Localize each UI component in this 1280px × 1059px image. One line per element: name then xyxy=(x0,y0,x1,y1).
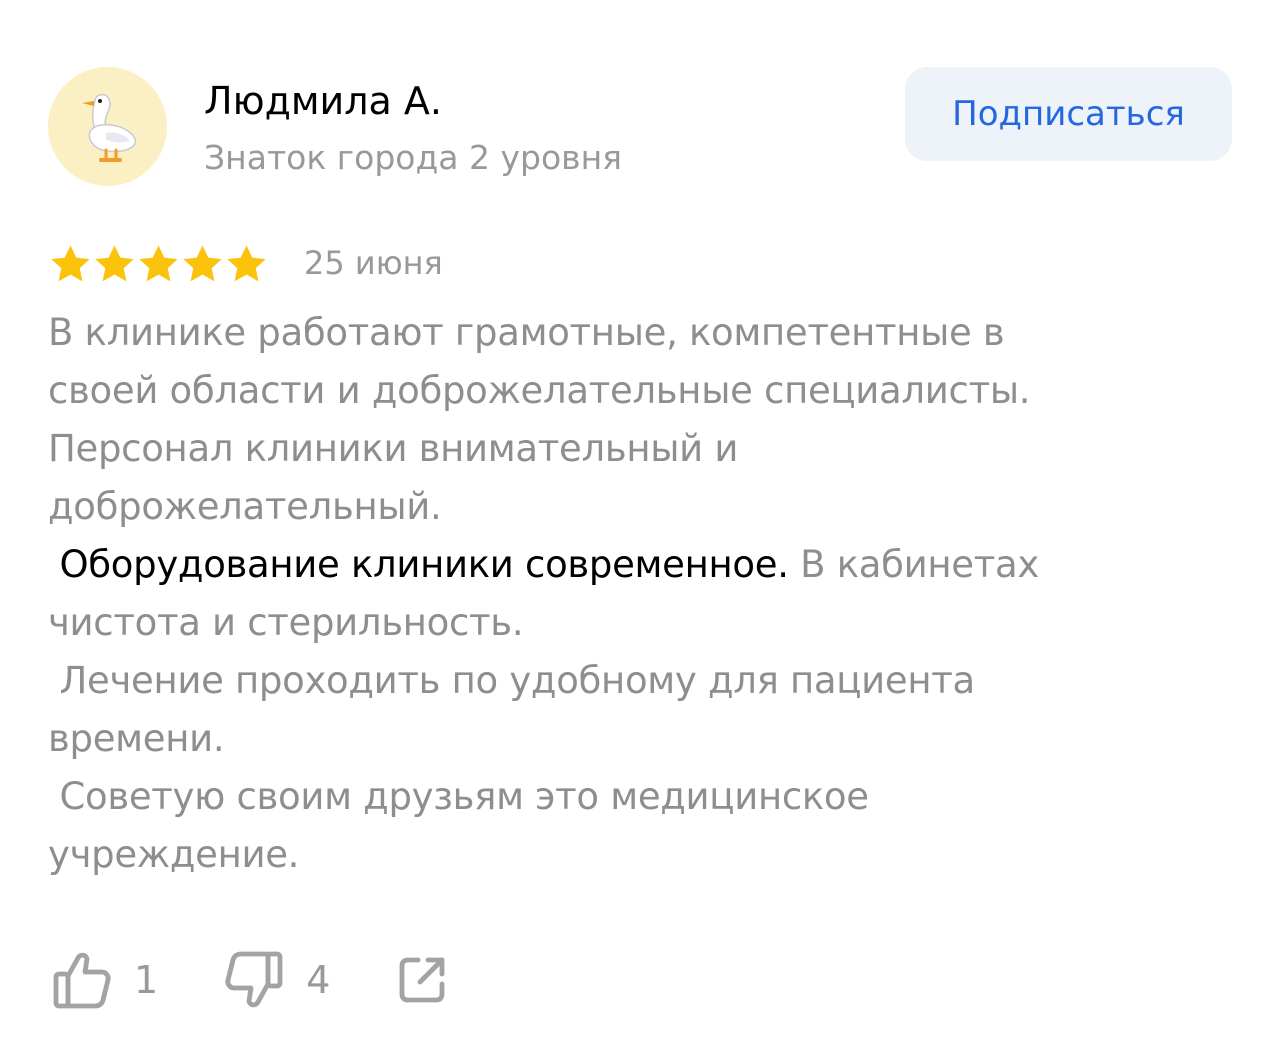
dislike-button[interactable]: 4 xyxy=(224,948,330,1012)
like-button[interactable]: 1 xyxy=(52,948,158,1012)
star-icon xyxy=(227,244,266,281)
star-icon xyxy=(95,244,134,281)
review-highlight: Оборудование клиники современное. xyxy=(48,543,789,586)
review-line: времени. xyxy=(48,717,225,760)
author-name[interactable]: Людмила А. xyxy=(204,74,442,128)
review-line-rest: В кабинетах xyxy=(788,543,1039,586)
author-level: Знаток города 2 уровня xyxy=(204,138,623,177)
goose-icon xyxy=(81,93,136,162)
review-line: чистота и стерильность. xyxy=(48,601,524,644)
subscribe-button[interactable]: Подписаться xyxy=(905,67,1232,161)
review-line: Персонал клиники внимательный и xyxy=(48,427,739,470)
thumbs-up-icon xyxy=(53,952,111,1009)
star-icon xyxy=(183,244,222,281)
dislike-count: 4 xyxy=(306,958,331,1002)
review-line: своей области и доброжелательные специал… xyxy=(48,369,1031,412)
review-text: В клинике работают грамотные, компетентн… xyxy=(48,304,1248,884)
rating-stars xyxy=(48,241,268,287)
thumbs-down-icon xyxy=(225,951,283,1008)
review-line: Советую своим друзьям это медицинское xyxy=(48,775,869,818)
like-count: 1 xyxy=(134,958,159,1002)
review-line: Оборудование клиники современное. В каби… xyxy=(48,536,1248,594)
review-line: В клинике работают грамотные, компетентн… xyxy=(48,311,1005,354)
review-actions: 1 4 xyxy=(52,945,448,1015)
avatar[interactable] xyxy=(48,67,167,186)
share-icon[interactable] xyxy=(396,954,448,1006)
review-line: Лечение проходить по удобному для пациен… xyxy=(48,659,975,702)
review-line: доброжелательный. xyxy=(48,485,442,528)
review-line: учреждение. xyxy=(48,833,300,876)
star-icon xyxy=(139,244,178,281)
review-date: 25 июня xyxy=(304,244,443,282)
star-icon xyxy=(51,244,90,281)
